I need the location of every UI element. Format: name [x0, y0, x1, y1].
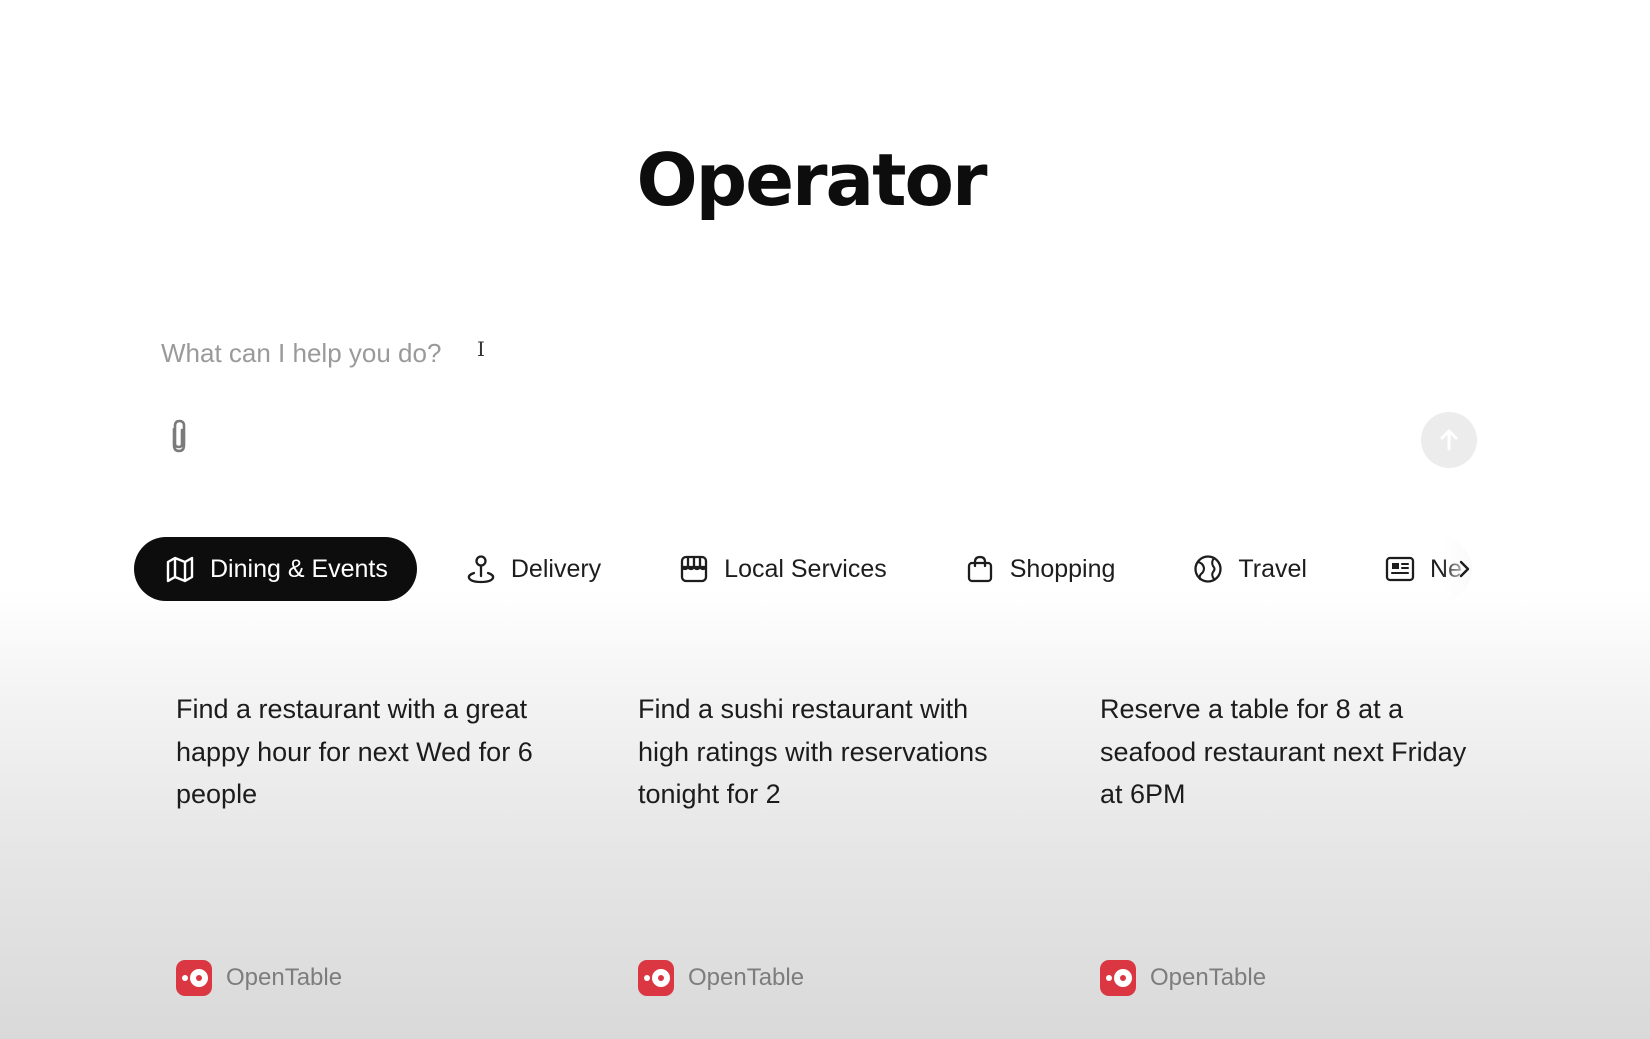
send-button[interactable]: [1421, 412, 1477, 468]
opentable-logo-icon: [176, 960, 212, 996]
category-tabs: Dining & Events Delivery Local Services …: [134, 537, 1474, 601]
arrow-up-icon: [1440, 429, 1458, 451]
tab-local-services[interactable]: Local Services: [648, 537, 916, 601]
suggestion-text: Find a restaurant with a great happy hou…: [176, 694, 533, 809]
operator-app: Operator I Dining & Events: [0, 0, 1650, 1039]
tab-label: Delivery: [510, 554, 602, 583]
shopping-bag-icon: [964, 553, 996, 585]
prompt-input[interactable]: [161, 338, 1161, 369]
globe-icon: [1192, 553, 1224, 585]
suggestion-card[interactable]: Reserve a table for 8 at a seafood resta…: [1100, 688, 1500, 1008]
map-icon: [164, 553, 196, 585]
source-label: OpenTable: [688, 964, 805, 991]
chevron-right-icon: [1459, 560, 1470, 578]
source-label: OpenTable: [226, 964, 343, 991]
storefront-icon: [678, 553, 710, 585]
suggestion-text: Find a sushi restaurant with high rating…: [638, 694, 988, 809]
newspaper-icon: [1384, 553, 1416, 585]
tab-label: Travel: [1238, 554, 1307, 583]
tab-travel[interactable]: Travel: [1162, 537, 1336, 601]
tab-shopping[interactable]: Shopping: [934, 537, 1145, 601]
attach-button[interactable]: [160, 416, 198, 456]
suggestion-card[interactable]: Find a restaurant with a great happy hou…: [176, 688, 576, 1008]
suggestion-card[interactable]: Find a sushi restaurant with high rating…: [638, 688, 1038, 1008]
opentable-logo-icon: [1100, 960, 1136, 996]
tab-label: Dining & Events: [210, 554, 388, 583]
prompt-composer: I: [140, 320, 1490, 470]
tab-dining-events[interactable]: Dining & Events: [134, 537, 417, 601]
source-label: OpenTable: [1150, 964, 1267, 991]
suggestion-cards: Find a restaurant with a great happy hou…: [176, 688, 1506, 1028]
tab-label: Shopping: [1009, 554, 1116, 583]
text-cursor-icon: I: [477, 337, 485, 361]
page-title: Operator: [636, 138, 987, 222]
tabs-scroll-next-button[interactable]: [1448, 553, 1480, 585]
suggestion-text: Reserve a table for 8 at a seafood resta…: [1100, 694, 1467, 809]
tab-delivery[interactable]: Delivery: [435, 537, 630, 601]
paperclip-icon: [172, 419, 186, 453]
card-source: OpenTable: [638, 960, 804, 996]
tab-label: Local Services: [724, 554, 887, 583]
opentable-logo-icon: [638, 960, 674, 996]
card-source: OpenTable: [1100, 960, 1266, 996]
card-source: OpenTable: [176, 960, 342, 996]
location-pin-icon: [465, 553, 497, 585]
